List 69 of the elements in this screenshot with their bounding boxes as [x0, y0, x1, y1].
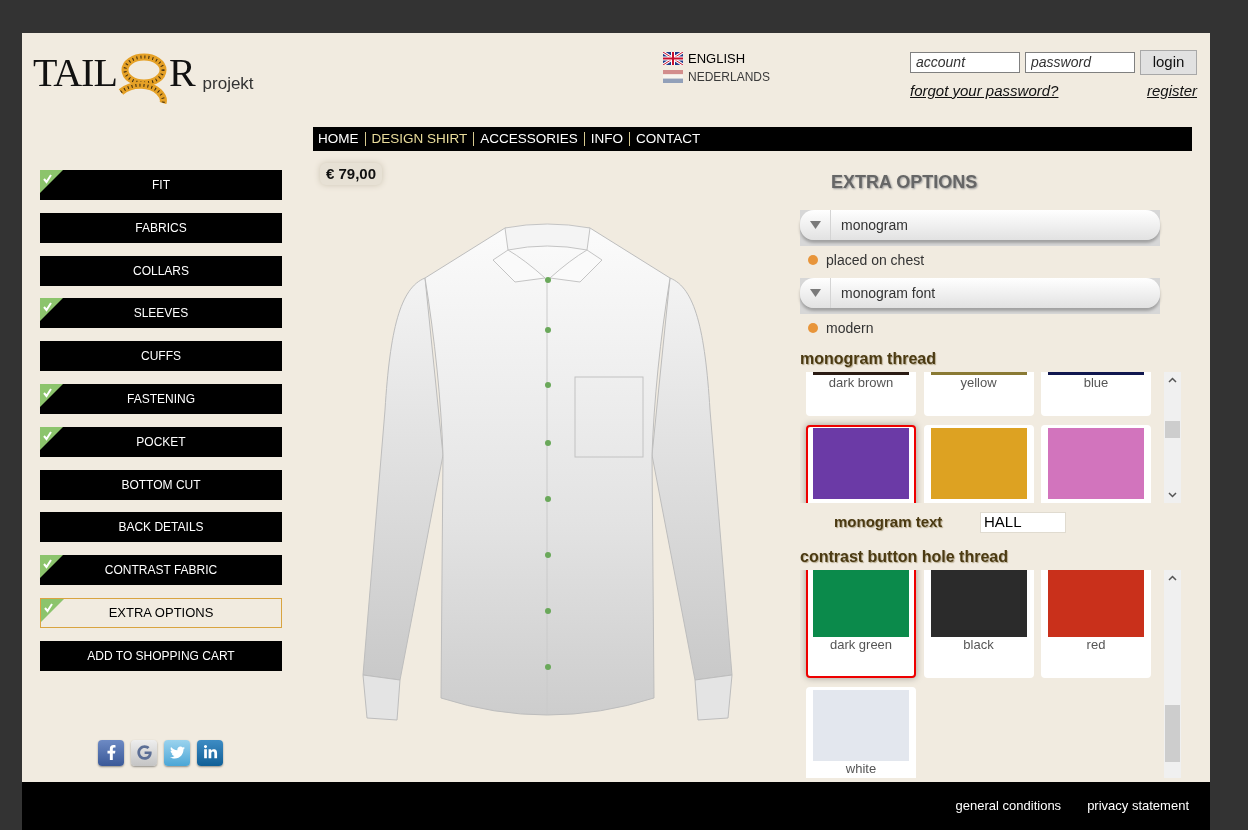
sidebar-button[interactable]: POCKET [40, 426, 282, 457]
chevron-up-icon[interactable] [1168, 377, 1177, 383]
thread-label: blue [1083, 375, 1109, 391]
thread-label: dark brown [828, 375, 894, 391]
sidebar-button[interactable]: SLEEVES [40, 298, 282, 329]
thread-label: yellow [960, 375, 997, 391]
scrollbar[interactable] [1164, 372, 1181, 503]
section-heading: contrast button hole thread [800, 547, 1008, 567]
scrollbar-thumb[interactable] [1165, 705, 1180, 762]
tape-measure-icon [116, 52, 169, 104]
nav-link[interactable]: CONTACT [636, 128, 701, 150]
nav-link[interactable]: INFO [590, 128, 624, 150]
section-title: EXTRA OPTIONS [831, 170, 978, 194]
sidebar-button[interactable]: BACK DETAILS [40, 512, 282, 543]
sidebar-button[interactable]: CUFFS [40, 341, 282, 372]
sidebar-button[interactable]: CONTRAST FABRIC [40, 555, 282, 586]
sidebar-button[interactable]: EXTRA OPTIONS [40, 597, 282, 628]
language-link[interactable]: NEDERLANDS [663, 68, 771, 85]
chevron-down-icon[interactable] [1168, 492, 1177, 498]
google-icon[interactable] [131, 739, 157, 766]
nav-link[interactable]: HOME [318, 128, 359, 150]
thread-label: dark green [829, 637, 893, 653]
option-value: placed on chest [826, 250, 925, 270]
caret-down-icon [809, 289, 821, 297]
scrollbar-thumb[interactable] [1165, 421, 1180, 438]
password-field[interactable]: password [1025, 52, 1135, 73]
scrollbar[interactable] [1164, 570, 1181, 778]
language-link[interactable]: ENGLISH [663, 50, 746, 67]
sidebar-button[interactable]: FASTENING [40, 384, 282, 414]
footer-link[interactable]: general conditions [955, 796, 1062, 816]
logo-text: TAIL [33, 54, 117, 92]
thread-label: white [845, 761, 877, 777]
thread-card[interactable]: blue [1041, 372, 1151, 416]
footer-link[interactable]: privacy statement [1087, 796, 1189, 816]
dropdown[interactable]: monogram [800, 210, 1160, 246]
nav-link[interactable]: DESIGN SHIRT [371, 128, 468, 150]
sidebar-button[interactable]: FIT [40, 170, 282, 200]
price-tag: € 79,00 [320, 163, 383, 186]
thread-label: black [963, 637, 994, 653]
caret-down-icon [809, 221, 821, 229]
section-heading: monogram thread [800, 349, 936, 369]
thread-label: red [1086, 637, 1106, 653]
register-link[interactable]: register [1146, 80, 1197, 103]
sidebar-button[interactable]: BOTTOM CUT [40, 469, 282, 500]
dutch-flag-icon [663, 70, 683, 83]
sidebar-button[interactable]: FABRICS [40, 212, 282, 243]
thread-card[interactable]: yellow [923, 372, 1034, 416]
thread-card[interactable]: red [1041, 570, 1151, 678]
british-flag-icon [663, 52, 683, 65]
logo-text: R [168, 54, 196, 92]
sidebar-button[interactable]: ADD TO SHOPPING CART [40, 640, 282, 671]
facebook-icon[interactable] [98, 739, 124, 766]
monogram-text-field[interactable]: HALL [980, 512, 1066, 533]
account-field[interactable]: account [910, 52, 1020, 73]
login-button[interactable]: login [1140, 50, 1197, 75]
sidebar-button[interactable]: COLLARS [40, 255, 282, 286]
forgot-password-link[interactable]: forgot your password? [910, 80, 1059, 103]
dropdown[interactable]: monogram font [800, 278, 1160, 314]
linkedin-icon[interactable] [197, 739, 223, 766]
thread-card[interactable]: white [806, 687, 916, 778]
chevron-up-icon[interactable] [1168, 575, 1177, 581]
field-label: monogram text [834, 512, 944, 533]
logo-subtitle: projekt [202, 74, 254, 94]
thread-card[interactable]: black [923, 570, 1034, 678]
thread-card[interactable]: dark green [806, 570, 916, 678]
option-value: modern [826, 318, 874, 338]
nav-link[interactable]: ACCESSORIES [480, 128, 578, 150]
thread-card[interactable]: dark brown [806, 372, 916, 416]
twitter-icon[interactable] [164, 739, 190, 766]
